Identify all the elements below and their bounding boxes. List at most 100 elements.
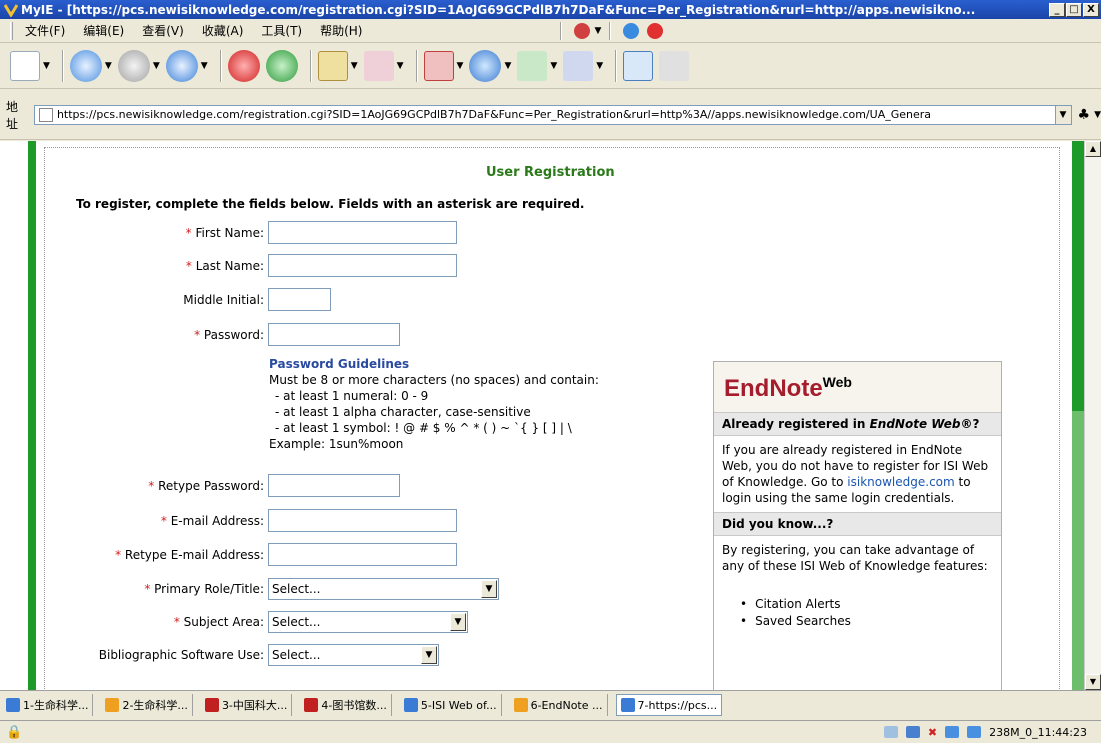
- tab-page-icon: [620, 698, 635, 712]
- guidelines-line: - at least 1 symbol: ! @ # $ % ^ * ( ) ~…: [275, 421, 572, 435]
- subject-area-value: Select...: [272, 615, 321, 629]
- list-item: Citation Alerts: [740, 596, 993, 613]
- options-button[interactable]: [659, 51, 690, 81]
- chevron-down-icon[interactable]: ▼: [421, 646, 437, 664]
- close-window-button[interactable]: X: [1083, 2, 1099, 17]
- endnote-panel: EndNoteWeb Already registered in EndNote…: [713, 361, 1002, 690]
- tab-page-icon: [513, 698, 528, 712]
- forward-button[interactable]: ▼: [117, 50, 160, 82]
- biblio-label: Bibliographic Software Use:: [98, 648, 264, 662]
- favorites-button[interactable]: ▼: [517, 51, 557, 81]
- menu-help[interactable]: 帮助(H): [320, 22, 362, 39]
- address-url[interactable]: https://pcs.newisiknowledge.com/registra…: [57, 108, 1055, 121]
- tab-4[interactable]: 4-图书馆数...: [300, 694, 392, 716]
- block-popup-button[interactable]: ▼: [363, 51, 404, 81]
- password-field[interactable]: [268, 323, 400, 346]
- tab-page-icon: [304, 698, 319, 712]
- block-icon: [363, 51, 394, 81]
- memory-time-readout: 238M_0_11:44:23: [989, 725, 1087, 739]
- fullscreen-button[interactable]: [623, 51, 654, 81]
- primary-role-label: * Primary Role/Title:: [144, 582, 264, 596]
- tab-5[interactable]: 5-ISI Web of...: [400, 694, 502, 716]
- isiknowledge-link[interactable]: isiknowledge.com: [847, 475, 954, 489]
- retype-email-field[interactable]: [268, 543, 457, 566]
- address-input[interactable]: https://pcs.newisiknowledge.com/registra…: [33, 104, 1072, 125]
- close-icon[interactable]: ✖: [928, 726, 937, 739]
- title-bar: MyIE - [https://pcs.newisiknowledge.com/…: [0, 0, 1101, 19]
- tile-icon[interactable]: [945, 726, 960, 738]
- tab-6[interactable]: 6-EndNote ...: [510, 694, 608, 716]
- page-view-button[interactable]: ▼: [317, 51, 358, 81]
- password-label: * Password:: [194, 327, 264, 342]
- retype-password-field[interactable]: [268, 474, 400, 497]
- menu-file[interactable]: 文件(F): [25, 22, 65, 39]
- middle-initial-field[interactable]: [268, 288, 331, 311]
- chevron-down-icon[interactable]: ▼: [1094, 110, 1101, 120]
- retype-email-label: * Retype E-mail Address:: [115, 547, 264, 562]
- new-page-icon: [10, 51, 40, 81]
- minimize-button[interactable]: _: [1049, 2, 1065, 17]
- search-button[interactable]: ▼: [469, 50, 511, 82]
- last-name-field[interactable]: [268, 254, 457, 277]
- stop-button[interactable]: [227, 50, 260, 82]
- tab-page-icon: [403, 698, 418, 712]
- tab-2[interactable]: 2-生命科学...: [101, 694, 193, 716]
- menu-tools[interactable]: 工具(T): [261, 22, 302, 39]
- fullscreen-icon: [623, 51, 654, 81]
- left-border-bar: [28, 141, 36, 690]
- address-dropdown-button[interactable]: ▼: [1054, 105, 1071, 124]
- chevron-down-icon[interactable]: ▼: [450, 613, 466, 631]
- endnote-logo-area: EndNoteWeb: [714, 362, 1001, 412]
- refresh-icon: [265, 50, 298, 82]
- chevron-down-icon[interactable]: ▼: [594, 26, 601, 36]
- page-view-icon: [317, 51, 348, 81]
- cascade-icon[interactable]: [967, 726, 982, 738]
- window-title: MyIE - [https://pcs.newisiknowledge.com/…: [21, 2, 976, 17]
- email-field[interactable]: [268, 509, 457, 532]
- back-button[interactable]: ▼: [69, 50, 112, 82]
- retype-password-label: * Retype Password:: [148, 478, 264, 493]
- stop-small-icon[interactable]: [647, 22, 664, 39]
- first-name-field[interactable]: [268, 221, 457, 244]
- tab-3[interactable]: 3-中国科大...: [201, 694, 293, 716]
- navigation-toolbar: ▼ ▼ ▼ ▼ ▼ ▼ ▼ ▼ ▼ ▼: [0, 44, 1101, 89]
- go-icon[interactable]: [623, 22, 640, 39]
- menu-edit[interactable]: 编辑(E): [83, 22, 124, 39]
- features-list: Citation Alerts Saved Searches: [714, 580, 1001, 630]
- menu-favorites[interactable]: 收藏(A): [202, 22, 244, 39]
- tab-1[interactable]: 1-生命科学...: [2, 694, 94, 716]
- scroll-up-icon[interactable]: ▲: [1085, 141, 1101, 157]
- endnote-features-text: By registering, you can take advantage o…: [722, 543, 988, 573]
- menu-view[interactable]: 查看(V): [142, 22, 184, 39]
- plugin-icon[interactable]: [574, 22, 591, 39]
- chevron-down-icon[interactable]: ▼: [481, 580, 497, 598]
- subject-area-select[interactable]: Select... ▼: [268, 611, 468, 633]
- first-name-label: * First Name:: [185, 225, 264, 240]
- primary-role-select[interactable]: Select... ▼: [268, 578, 499, 600]
- menu-separator-2: [609, 21, 612, 40]
- history-button[interactable]: ▼: [563, 51, 603, 81]
- back-arrow-icon: [69, 50, 102, 82]
- guidelines-line: Must be 8 or more characters (no spaces)…: [269, 373, 599, 387]
- guidelines-line: - at least 1 alpha character, case-sensi…: [275, 405, 531, 419]
- close-tab-button[interactable]: ▼: [423, 51, 463, 81]
- toolbar-grip[interactable]: [10, 21, 13, 40]
- last-name-label: * Last Name:: [185, 258, 264, 273]
- email-label: * E-mail Address:: [160, 513, 264, 528]
- maximize-button[interactable]: □: [1066, 2, 1082, 17]
- page-content: User Registration To register, complete …: [0, 141, 1101, 690]
- new-page-button[interactable]: ▼: [10, 51, 50, 81]
- vertical-scrollbar[interactable]: ▲ ▼: [1084, 141, 1101, 690]
- refresh-button[interactable]: [265, 50, 298, 82]
- favorites-icon: [517, 51, 548, 81]
- network-icon[interactable]: [883, 726, 898, 738]
- right-border-bar: [1072, 141, 1084, 411]
- status-bar: 🔒 ✖ 238M_0_11:44:23: [0, 720, 1101, 743]
- user-icon[interactable]: ♣: [1078, 107, 1091, 123]
- tab-7-active[interactable]: 7-https://pcs...: [615, 694, 723, 716]
- scroll-down-icon[interactable]: ▼: [1085, 674, 1101, 690]
- up-button[interactable]: ▼: [165, 50, 208, 82]
- right-border-bar-light: [1072, 411, 1084, 690]
- window-icon[interactable]: [905, 726, 920, 738]
- biblio-select[interactable]: Select... ▼: [268, 644, 439, 666]
